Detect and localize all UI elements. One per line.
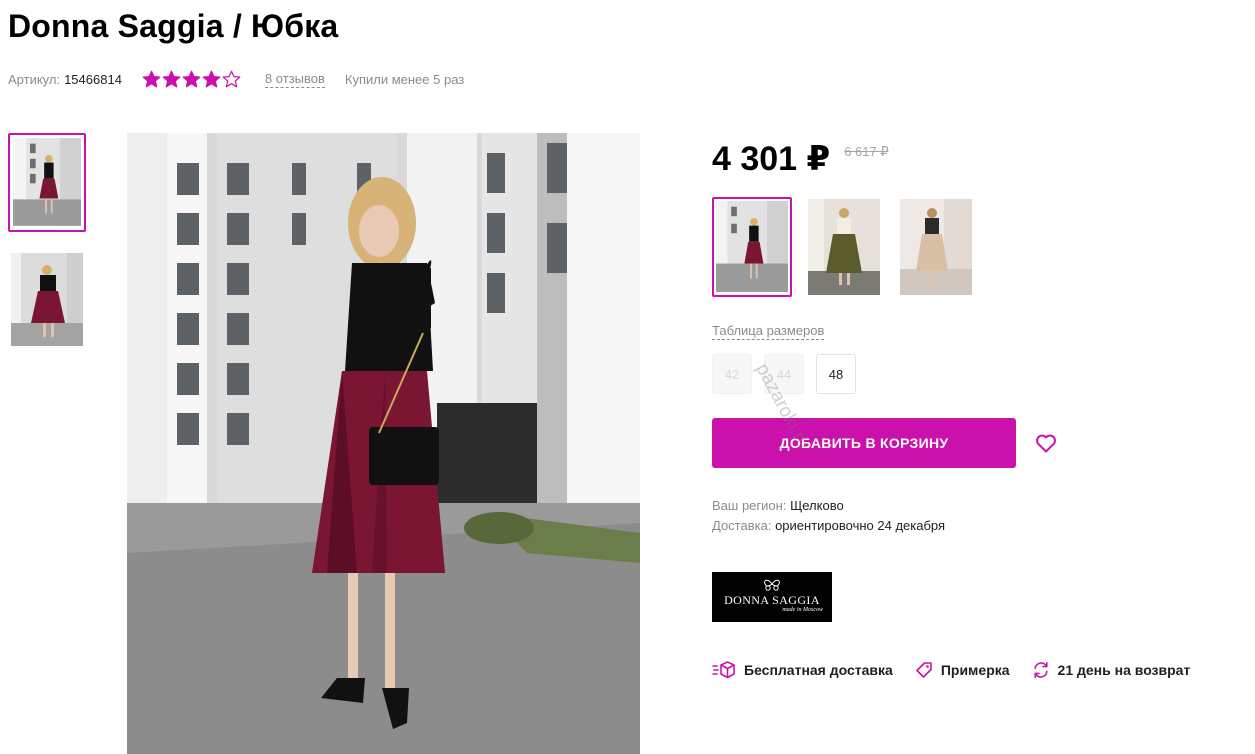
thumbnail-photo-2: [11, 253, 83, 346]
rating-stars: [142, 70, 241, 88]
brand-emblem-icon: [764, 579, 780, 591]
price-block: 4 301 ₽ 6 617 ₽: [712, 140, 889, 178]
old-price: 6 617 ₽: [844, 144, 889, 159]
region-value[interactable]: Щелково: [790, 498, 844, 513]
color-photo-beige: [900, 199, 972, 295]
favorite-heart-icon[interactable]: [1034, 431, 1058, 455]
brand-logo-subtitle: made in Moscow: [782, 607, 823, 613]
star-filled-icon: [162, 70, 181, 88]
reviews-link[interactable]: 8 отзывов: [264, 71, 325, 88]
brand-logo-name: DONNA SAGGIA: [724, 593, 820, 607]
tag-icon: [916, 662, 932, 678]
feature-label-return: 21 день на возврат: [1057, 662, 1191, 678]
thumbnail-photo-1: [13, 138, 81, 226]
region-row: Ваш регион: Щелково: [712, 498, 844, 513]
bought-count: Купили менее 5 раз: [344, 71, 465, 87]
main-product-photo[interactable]: [127, 133, 640, 754]
delivery-value: ориентировочно 24 декабря: [775, 518, 946, 533]
delivery-row: Доставка: ориентировочно 24 декабря: [712, 518, 945, 533]
product-title: Donna Saggia / Юбка: [8, 8, 339, 44]
add-to-cart-button[interactable]: ДОБАВИТЬ В КОРЗИНУ: [712, 418, 1016, 468]
color-option-beige[interactable]: [896, 197, 976, 297]
feature-free-delivery: Бесплатная доставка: [712, 660, 893, 680]
color-option-burgundy[interactable]: [712, 197, 792, 297]
size-option-44[interactable]: 44: [764, 354, 804, 394]
article-label: Артикул:: [8, 71, 61, 87]
size-options: 42 44 48: [712, 354, 856, 394]
size-option-42[interactable]: 42: [712, 354, 752, 394]
star-filled-icon: [202, 70, 221, 88]
current-price: 4 301 ₽: [712, 140, 831, 178]
article-value: 15466814: [64, 71, 122, 87]
size-table-link[interactable]: Таблица размеров: [712, 323, 825, 340]
return-icon: [1033, 662, 1048, 678]
product-meta: Артикул: 15466814 8 отзывов Купили менее…: [8, 70, 464, 88]
feature-label-fitting: Примерка: [940, 662, 1010, 678]
star-filled-icon: [182, 70, 201, 88]
gallery-thumbnail-2[interactable]: [8, 250, 86, 349]
feature-return: 21 день на возврат: [1032, 661, 1191, 679]
features-row: Бесплатная доставка Примерка 21 день на …: [712, 660, 1190, 680]
star-filled-icon: [142, 70, 161, 88]
feature-fitting: Примерка: [915, 661, 1010, 679]
star-empty-icon: [222, 70, 241, 88]
gallery-thumbnail-1[interactable]: [8, 133, 86, 232]
size-option-48[interactable]: 48: [816, 354, 856, 394]
color-option-olive[interactable]: [804, 197, 884, 297]
region-label: Ваш регион:: [712, 498, 787, 513]
color-photo-olive: [808, 199, 880, 295]
color-photo-burgundy: [716, 201, 788, 292]
product-photo-image: [127, 133, 640, 754]
gallery-thumbnails: [8, 133, 88, 367]
free-delivery-icon: [712, 661, 735, 679]
feature-label-free-delivery: Бесплатная доставка: [744, 662, 893, 678]
color-options: [712, 197, 976, 297]
delivery-label: Доставка:: [712, 518, 772, 533]
brand-logo[interactable]: DONNA SAGGIA made in Moscow: [712, 572, 832, 622]
